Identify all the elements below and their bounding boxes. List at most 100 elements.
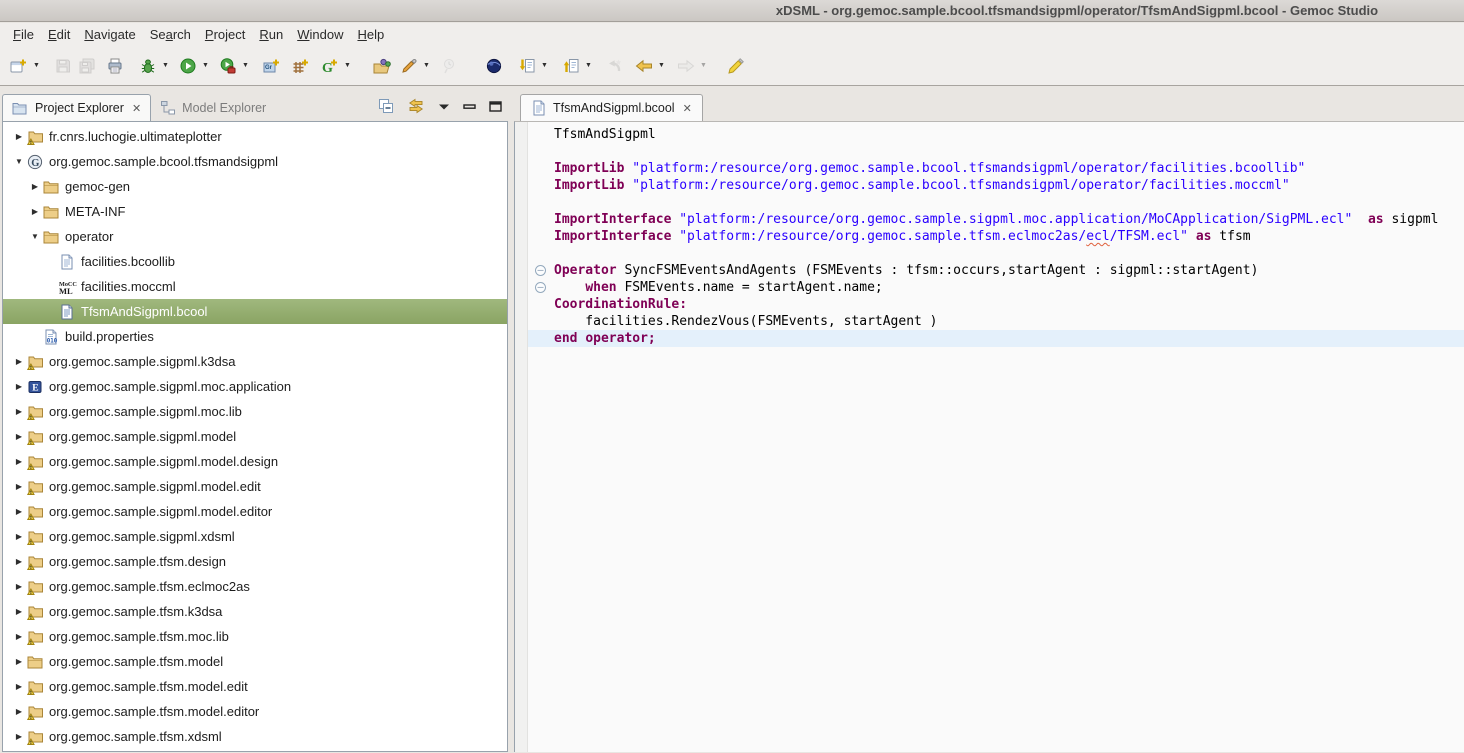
tree-item[interactable]: ▶org.gemoc.sample.sigpml.model.edit [3,474,507,499]
expand-arrow-icon[interactable]: ▶ [11,707,27,716]
expand-arrow-icon[interactable]: ▶ [11,382,27,391]
expand-arrow-icon[interactable]: ▶ [11,557,27,566]
tree-item[interactable]: ▶org.gemoc.sample.sigpml.moc.lib [3,399,507,424]
save-all-button[interactable] [75,53,100,79]
menu-project[interactable]: Project [198,25,252,44]
expand-arrow-icon[interactable]: ▶ [11,682,27,691]
tree-item[interactable]: MoCCMLfacilities.moccml [3,274,507,299]
menu-edit[interactable]: Edit [41,25,77,44]
tree-item[interactable]: ▶fr.cnrs.luchogie.ultimateplotter [3,124,507,149]
menu-window[interactable]: Window [290,25,350,44]
new-gemoc-project-button[interactable]: G [317,53,342,79]
forward-dropdown[interactable]: ▼ [698,53,709,79]
expand-arrow-icon[interactable]: ▶ [11,582,27,591]
collapse-arrow-icon[interactable]: ▼ [27,232,43,241]
expand-arrow-icon[interactable]: ▶ [11,532,27,541]
menu-file[interactable]: File [6,25,41,44]
expand-arrow-icon[interactable]: ▶ [11,482,27,491]
minimize-button[interactable] [463,102,476,111]
external-tools-button[interactable] [215,53,240,79]
highlighter-button[interactable] [723,53,748,79]
expand-arrow-icon[interactable]: ▶ [11,657,27,666]
next-annotation-button[interactable] [514,53,539,79]
save-button[interactable] [50,53,75,79]
new-modeling-project-button[interactable]: Gr [259,53,284,79]
annotation-ruler[interactable] [515,122,528,752]
new-dropdown[interactable]: ▼ [31,53,42,79]
expand-arrow-icon[interactable]: ▶ [27,207,43,216]
tree-item[interactable]: ▶org.gemoc.sample.sigpml.model.editor [3,499,507,524]
expand-arrow-icon[interactable]: ▶ [11,457,27,466]
forward-button[interactable] [673,53,698,79]
tree-item[interactable]: 010build.properties [3,324,507,349]
tree-item[interactable]: ▶org.gemoc.sample.sigpml.model.design [3,449,507,474]
expand-arrow-icon[interactable]: ▶ [11,732,27,741]
open-element-button[interactable] [369,53,394,79]
external-tools-dropdown[interactable]: ▼ [240,53,251,79]
expand-arrow-icon[interactable]: ▶ [11,432,27,441]
expand-arrow-icon[interactable]: ▶ [11,507,27,516]
close-icon[interactable]: ✕ [130,102,141,115]
tree-item[interactable]: ▶org.gemoc.sample.tfsm.eclmoc2as [3,574,507,599]
tree-item[interactable]: ▶org.gemoc.sample.tfsm.xdsml [3,724,507,749]
code-editor[interactable]: TfsmAndSigpmlImportLib "platform:/resour… [528,122,1464,752]
tab-tfsmandsigpml-bcool[interactable]: TfsmAndSigpml.bcool ✕ [520,94,703,121]
new-gemoc-project-dropdown[interactable]: ▼ [342,53,353,79]
collapse-arrow-icon[interactable]: ▼ [11,157,27,166]
expand-arrow-icon[interactable]: ▶ [11,357,27,366]
back-button[interactable] [631,53,656,79]
tree-item[interactable]: ▶org.gemoc.sample.tfsm.k3dsa [3,599,507,624]
expand-arrow-icon[interactable]: ▶ [27,182,43,191]
maximize-button[interactable] [489,101,502,112]
open-web-browser-button[interactable] [481,53,506,79]
print-button[interactable] [102,53,127,79]
menu-search[interactable]: Search [143,25,198,44]
debug-dropdown[interactable]: ▼ [160,53,171,79]
run-button[interactable] [175,53,200,79]
tree-item[interactable]: ▼Gorg.gemoc.sample.bcool.tfsmandsigpml [3,149,507,174]
run-dropdown[interactable]: ▼ [200,53,211,79]
tree-item[interactable]: ▶META-INF [3,199,507,224]
tree-item[interactable]: ▼operator [3,224,507,249]
menu-navigate[interactable]: Navigate [77,25,142,44]
tree-item[interactable]: ▶org.gemoc.sample.tfsm.model.edit [3,674,507,699]
project-tree[interactable]: ▶fr.cnrs.luchogie.ultimateplotter▼Gorg.g… [2,121,508,752]
menu-run[interactable]: Run [252,25,290,44]
tree-item[interactable]: ▶org.gemoc.sample.sigpml.k3dsa [3,349,507,374]
fold-collapse-icon[interactable]: – [535,282,546,293]
tree-item[interactable]: TfsmAndSigpml.bcool [3,299,507,324]
previous-annotation-dropdown[interactable]: ▼ [583,53,594,79]
last-edit-location-button[interactable] [602,53,627,79]
tree-item[interactable]: ▶org.gemoc.sample.tfsm.model [3,649,507,674]
new-button[interactable] [6,53,31,79]
tab-project-explorer[interactable]: Project Explorer ✕ [2,94,151,121]
fold-collapse-icon[interactable]: – [535,265,546,276]
link-with-editor-button[interactable] [407,98,425,114]
tree-item[interactable]: ▶Eorg.gemoc.sample.sigpml.moc.applicatio… [3,374,507,399]
debug-button[interactable] [135,53,160,79]
view-menu-button[interactable] [438,102,450,111]
tab-model-explorer[interactable]: Model Explorer [151,94,275,121]
back-dropdown[interactable]: ▼ [656,53,667,79]
close-icon[interactable]: ✕ [681,102,692,115]
tree-item[interactable]: ▶org.gemoc.sample.tfsm.model.editor [3,699,507,724]
marker-button[interactable] [396,53,421,79]
marker-dropdown[interactable]: ▼ [421,53,432,79]
expand-arrow-icon[interactable]: ▶ [11,607,27,616]
expand-arrow-icon[interactable]: ▶ [11,132,27,141]
tree-item[interactable]: ▶org.gemoc.sample.sigpml.xdsml [3,524,507,549]
expand-arrow-icon[interactable]: ▶ [11,632,27,641]
search-history-button[interactable] [436,53,461,79]
tree-item[interactable]: ▶org.gemoc.sample.sigpml.model [3,424,507,449]
tree-item[interactable]: facilities.bcoollib [3,249,507,274]
menu-help[interactable]: Help [350,25,391,44]
previous-annotation-button[interactable] [558,53,583,79]
new-plugin-project-button[interactable] [288,53,313,79]
next-annotation-dropdown[interactable]: ▼ [539,53,550,79]
collapse-all-button[interactable] [378,98,394,114]
tree-item[interactable]: ▶org.gemoc.sample.tfsm.moc.lib [3,624,507,649]
tree-item[interactable]: ▶org.gemoc.sample.tfsm.design [3,549,507,574]
code-line: TfsmAndSigpml [528,126,1464,143]
tree-item[interactable]: ▶gemoc-gen [3,174,507,199]
expand-arrow-icon[interactable]: ▶ [11,407,27,416]
